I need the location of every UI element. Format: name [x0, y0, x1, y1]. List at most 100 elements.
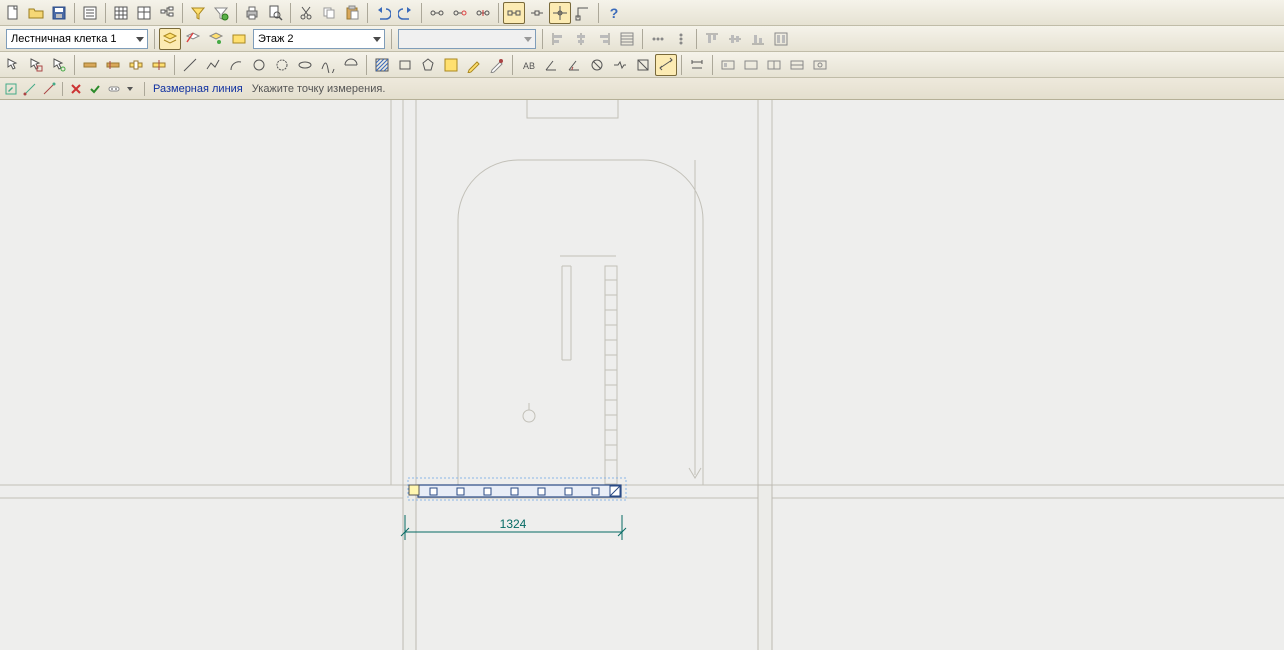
- crosshair-button[interactable]: [549, 2, 571, 24]
- floor-dropdown[interactable]: Этаж 2: [253, 29, 385, 49]
- align-center-button[interactable]: [570, 28, 592, 50]
- filter1-button[interactable]: [187, 2, 209, 24]
- vis2-button[interactable]: [205, 28, 227, 50]
- text-button[interactable]: AB: [517, 54, 539, 76]
- corner-snap-button[interactable]: [572, 2, 594, 24]
- wall3-button[interactable]: [125, 54, 147, 76]
- region-button[interactable]: [440, 54, 462, 76]
- break-button[interactable]: [609, 54, 631, 76]
- cursor3-button[interactable]: [48, 54, 70, 76]
- options-dropdown-toggle[interactable]: [124, 80, 136, 98]
- dist-h-button[interactable]: [647, 28, 669, 50]
- circle1-button[interactable]: [248, 54, 270, 76]
- separator: [74, 3, 75, 23]
- view4-button[interactable]: [786, 54, 808, 76]
- tree-button[interactable]: [156, 2, 178, 24]
- paste-button[interactable]: [341, 2, 363, 24]
- align-top-button[interactable]: [701, 28, 723, 50]
- form-button[interactable]: [79, 2, 101, 24]
- line-button[interactable]: [179, 54, 201, 76]
- cut-button[interactable]: [295, 2, 317, 24]
- separator: [712, 55, 713, 75]
- align-left-button[interactable]: [547, 28, 569, 50]
- separator: [542, 29, 543, 49]
- cursor1-button[interactable]: [2, 54, 24, 76]
- edit-mini-button[interactable]: [2, 80, 20, 98]
- prohibit-button[interactable]: [586, 54, 608, 76]
- edit1-button[interactable]: [463, 54, 485, 76]
- grid1-button[interactable]: [110, 2, 132, 24]
- dim-button[interactable]: [686, 54, 708, 76]
- filter2-button[interactable]: [210, 2, 232, 24]
- floor-dropdown-value: Этаж 2: [258, 33, 293, 45]
- spline-button[interactable]: [317, 54, 339, 76]
- snap1-button[interactable]: [503, 2, 525, 24]
- svg-text:?: ?: [610, 5, 619, 21]
- poly-button[interactable]: [417, 54, 439, 76]
- separator: [74, 55, 75, 75]
- cursor2-button[interactable]: [25, 54, 47, 76]
- svg-text:AB: AB: [523, 61, 535, 71]
- snap2-button[interactable]: [526, 2, 548, 24]
- wall4-button[interactable]: [148, 54, 170, 76]
- separator: [367, 3, 368, 23]
- layer-dropdown[interactable]: Лестничная клетка 1: [6, 29, 148, 49]
- measure-button[interactable]: [655, 54, 677, 76]
- options-button[interactable]: [105, 80, 123, 98]
- link2-button[interactable]: [449, 2, 471, 24]
- wall1-button[interactable]: [79, 54, 101, 76]
- separator: [62, 82, 63, 96]
- redo-button[interactable]: [395, 2, 417, 24]
- separator: [182, 3, 183, 23]
- open-button[interactable]: [25, 2, 47, 24]
- print-button[interactable]: [241, 2, 263, 24]
- ellipse-button[interactable]: [294, 54, 316, 76]
- separator: [174, 55, 175, 75]
- diag1-mini-button[interactable]: [21, 80, 39, 98]
- style-dropdown[interactable]: [398, 29, 536, 49]
- edit2-button[interactable]: [486, 54, 508, 76]
- rect-button[interactable]: [394, 54, 416, 76]
- view1-button[interactable]: [717, 54, 739, 76]
- wall2-button[interactable]: [102, 54, 124, 76]
- grid2-button[interactable]: [133, 2, 155, 24]
- layers-button[interactable]: [159, 28, 181, 50]
- undo-button[interactable]: [372, 2, 394, 24]
- diag2-mini-button[interactable]: [40, 80, 58, 98]
- link3-button[interactable]: [472, 2, 494, 24]
- align-bot-button[interactable]: [747, 28, 769, 50]
- separator: [696, 29, 697, 49]
- help-button[interactable]: ?: [603, 2, 625, 24]
- view2-button[interactable]: [740, 54, 762, 76]
- link1-button[interactable]: [426, 2, 448, 24]
- command-bar: Размерная линия Укажите точку измерения.: [0, 78, 1284, 100]
- arc1-button[interactable]: [225, 54, 247, 76]
- copy-button[interactable]: [318, 2, 340, 24]
- circle2-button[interactable]: [271, 54, 293, 76]
- new-button[interactable]: [2, 2, 24, 24]
- hatch-button[interactable]: [371, 54, 393, 76]
- arc2-button[interactable]: [340, 54, 362, 76]
- align-just-button[interactable]: [616, 28, 638, 50]
- vis1-button[interactable]: [182, 28, 204, 50]
- polyline-button[interactable]: [202, 54, 224, 76]
- align-stretch-button[interactable]: [770, 28, 792, 50]
- angle2-button[interactable]: [563, 54, 585, 76]
- toolbar-file: ?: [0, 0, 1284, 26]
- separator: [236, 3, 237, 23]
- align-mid-button[interactable]: [724, 28, 746, 50]
- angle1-button[interactable]: [540, 54, 562, 76]
- vis3-button[interactable]: [228, 28, 250, 50]
- drawing-canvas[interactable]: 1324: [0, 100, 1284, 650]
- view3-button[interactable]: [763, 54, 785, 76]
- save-button[interactable]: [48, 2, 70, 24]
- view5-button[interactable]: [809, 54, 831, 76]
- align-right-button[interactable]: [593, 28, 615, 50]
- separator: [105, 3, 106, 23]
- preview-button[interactable]: [264, 2, 286, 24]
- cancel-button[interactable]: [67, 80, 85, 98]
- dist-v-button[interactable]: [670, 28, 692, 50]
- separator: [642, 29, 643, 49]
- accept-button[interactable]: [86, 80, 104, 98]
- rect2-button[interactable]: [632, 54, 654, 76]
